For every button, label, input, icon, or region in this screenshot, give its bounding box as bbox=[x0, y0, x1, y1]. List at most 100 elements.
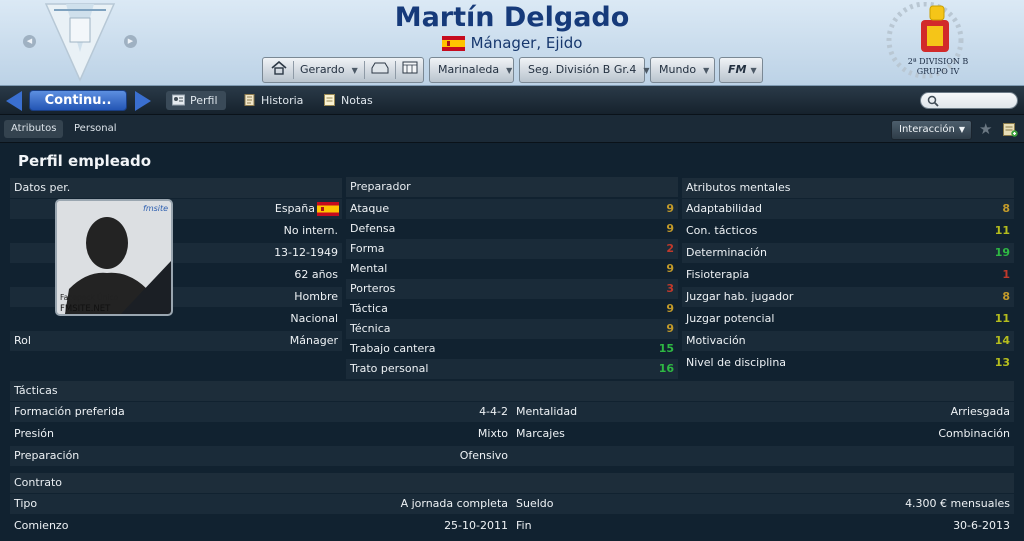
tactics-value: 4-4-2 bbox=[479, 405, 508, 418]
contract-row-left: Tipo A jornada completa bbox=[10, 494, 512, 514]
mental-attribute-name: Juzgar hab. jugador bbox=[686, 290, 794, 303]
coach-attribute-value: 15 bbox=[658, 342, 674, 355]
coach-attribute-value: 3 bbox=[666, 282, 674, 295]
coach-heading: Preparador bbox=[346, 177, 678, 197]
tactics-row-right: Mentalidad Arriesgada bbox=[512, 402, 1014, 422]
birth-date-value: 13-12-1949 bbox=[274, 246, 338, 259]
star-icon[interactable]: ★ bbox=[979, 120, 992, 138]
chevron-down-icon: ▼ bbox=[703, 66, 710, 75]
tactics-value: Arriesgada bbox=[950, 405, 1010, 418]
tab-history[interactable]: Historia bbox=[237, 91, 311, 110]
coach-attribute-name: Táctica bbox=[350, 302, 388, 315]
previous-arrow-icon[interactable]: ◀ bbox=[23, 35, 36, 48]
gender-value: Hombre bbox=[294, 290, 338, 303]
tactics-heading: Tácticas bbox=[10, 381, 1014, 401]
age-value: 62 años bbox=[294, 268, 338, 281]
header: ◀ ▶ Martín Delgado Mánager, Ejido Gerard… bbox=[0, 0, 1024, 86]
coach-attribute-value: 9 bbox=[666, 202, 674, 215]
coach-attribute-name: Ataque bbox=[350, 202, 390, 215]
tab-notes[interactable]: Notas bbox=[317, 91, 381, 110]
coach-attribute-name: Trato personal bbox=[350, 362, 429, 375]
mental-attribute-name: Motivación bbox=[686, 334, 746, 347]
contract-value: 4.300 € mensuales bbox=[905, 497, 1010, 510]
chevron-down-icon: ▼ bbox=[958, 125, 965, 134]
coach-attribute-row: Táctica 9 bbox=[346, 299, 678, 319]
coach-attribute-row: Trato personal 16 bbox=[346, 359, 678, 379]
search-input[interactable] bbox=[920, 92, 1018, 109]
manager-photo: fmsite Facepack Único FMSITE.NET bbox=[55, 199, 173, 316]
league-logo: 2ª DIVISION B GRUPO IV bbox=[886, 2, 969, 79]
coach-attribute-row: Trabajo cantera 15 bbox=[346, 339, 678, 359]
contract-value: 25-10-2011 bbox=[444, 519, 508, 532]
chevron-down-icon: ▼ bbox=[351, 66, 358, 75]
intl-status-value: No intern. bbox=[283, 224, 338, 237]
mental-attribute-name: Juzgar potencial bbox=[686, 312, 775, 325]
continue-button[interactable]: Continu.. bbox=[29, 90, 127, 111]
contract-label: Sueldo bbox=[516, 497, 554, 510]
manager-name: Martín Delgado bbox=[394, 2, 630, 33]
mental-attribute-name: Fisioterapia bbox=[686, 268, 750, 281]
mental-attribute-name: Con. tácticos bbox=[686, 224, 758, 237]
mental-attribute-row: Nivel de disciplina 13 bbox=[682, 353, 1014, 373]
contract-row-right: Sueldo 4.300 € mensuales bbox=[512, 494, 1014, 514]
coach-attribute-name: Trabajo cantera bbox=[350, 342, 436, 355]
tactics-label: Presión bbox=[14, 427, 54, 440]
tactics-row-right: Marcajes Combinación bbox=[512, 424, 1014, 444]
photo-caption-line2: FMSITE.NET bbox=[60, 304, 111, 314]
inbox-icon[interactable] bbox=[371, 62, 389, 74]
spain-flag-icon bbox=[317, 202, 339, 216]
sub-navigation: Atributos Personal Interacción ▼ ★ bbox=[0, 115, 1024, 143]
contract-label: Comienzo bbox=[14, 519, 69, 532]
chevron-down-icon: ▼ bbox=[506, 66, 513, 75]
subtab-attributes[interactable]: Atributos bbox=[4, 120, 64, 138]
mental-attribute-value: 8 bbox=[1002, 202, 1010, 215]
contract-row-left: Comienzo 25-10-2011 bbox=[10, 516, 512, 536]
world-menu-button[interactable]: Mundo ▼ bbox=[650, 57, 715, 83]
svg-text:fmsite: fmsite bbox=[143, 204, 168, 213]
back-arrow-icon[interactable] bbox=[6, 91, 22, 111]
interaction-button[interactable]: Interacción ▼ bbox=[891, 120, 972, 140]
league-logo-line1: 2ª DIVISION B bbox=[908, 57, 969, 66]
profile-card-icon bbox=[172, 94, 185, 106]
mental-attribute-row: Determinación 19 bbox=[682, 243, 1014, 263]
mental-heading: Atributos mentales bbox=[682, 178, 1014, 198]
tactics-label: Formación preferida bbox=[14, 405, 125, 418]
league-menu-button[interactable]: Seg. División B Gr.4 ▼ bbox=[519, 57, 650, 83]
manager-menu[interactable]: Gerardo bbox=[300, 63, 345, 76]
subtab-personal[interactable]: Personal bbox=[67, 120, 124, 138]
tab-history-label: Historia bbox=[261, 94, 304, 107]
tab-profile[interactable]: Perfil bbox=[166, 91, 226, 110]
mental-attribute-row: Adaptabilidad 8 bbox=[682, 199, 1014, 219]
mental-attribute-value: 11 bbox=[994, 312, 1010, 325]
tactics-value: Combinación bbox=[938, 427, 1010, 440]
role-label: Rol bbox=[14, 334, 31, 347]
nationality-value: España bbox=[274, 202, 315, 215]
coach-attribute-value: 9 bbox=[666, 322, 674, 335]
mental-attribute-value: 13 bbox=[994, 356, 1010, 369]
coach-attribute-row: Porteros 3 bbox=[346, 279, 678, 299]
subtitle-text[interactable]: Mánager, Ejido bbox=[471, 34, 583, 52]
search-icon bbox=[927, 95, 939, 107]
personal-data-heading: Datos per. bbox=[10, 178, 342, 198]
next-arrow-icon[interactable]: ▶ bbox=[124, 35, 137, 48]
forward-arrow-icon[interactable] bbox=[135, 91, 151, 111]
role-row: Rol Mánager bbox=[10, 331, 342, 351]
home-icon[interactable] bbox=[271, 60, 287, 75]
world-menu-label: Mundo bbox=[659, 63, 697, 76]
employee-profile-panel: Perfil empleado Datos per. España No int… bbox=[0, 143, 1024, 541]
contract-row-right: Fin 30-6-2013 bbox=[512, 516, 1014, 536]
add-note-icon[interactable] bbox=[1003, 123, 1018, 137]
chevron-down-icon: ▼ bbox=[750, 66, 757, 75]
contract-value: A jornada completa bbox=[400, 497, 508, 510]
team-menu-label: Marinaleda bbox=[438, 63, 500, 76]
coach-attribute-row: Mental 9 bbox=[346, 259, 678, 279]
fm-menu-button[interactable]: FM ▼ bbox=[719, 57, 763, 83]
calendar-icon[interactable] bbox=[402, 61, 418, 74]
team-menu-button[interactable]: Marinaleda ▼ bbox=[429, 57, 514, 83]
contract-label: Tipo bbox=[14, 497, 38, 510]
photo-caption-line1: Facepack Único bbox=[60, 293, 119, 302]
manager-silhouette-image: fmsite Facepack Único FMSITE.NET bbox=[57, 201, 171, 314]
mental-attribute-name: Adaptabilidad bbox=[686, 202, 762, 215]
mental-attribute-value: 1 bbox=[1002, 268, 1010, 281]
interaction-label: Interacción bbox=[899, 124, 955, 135]
